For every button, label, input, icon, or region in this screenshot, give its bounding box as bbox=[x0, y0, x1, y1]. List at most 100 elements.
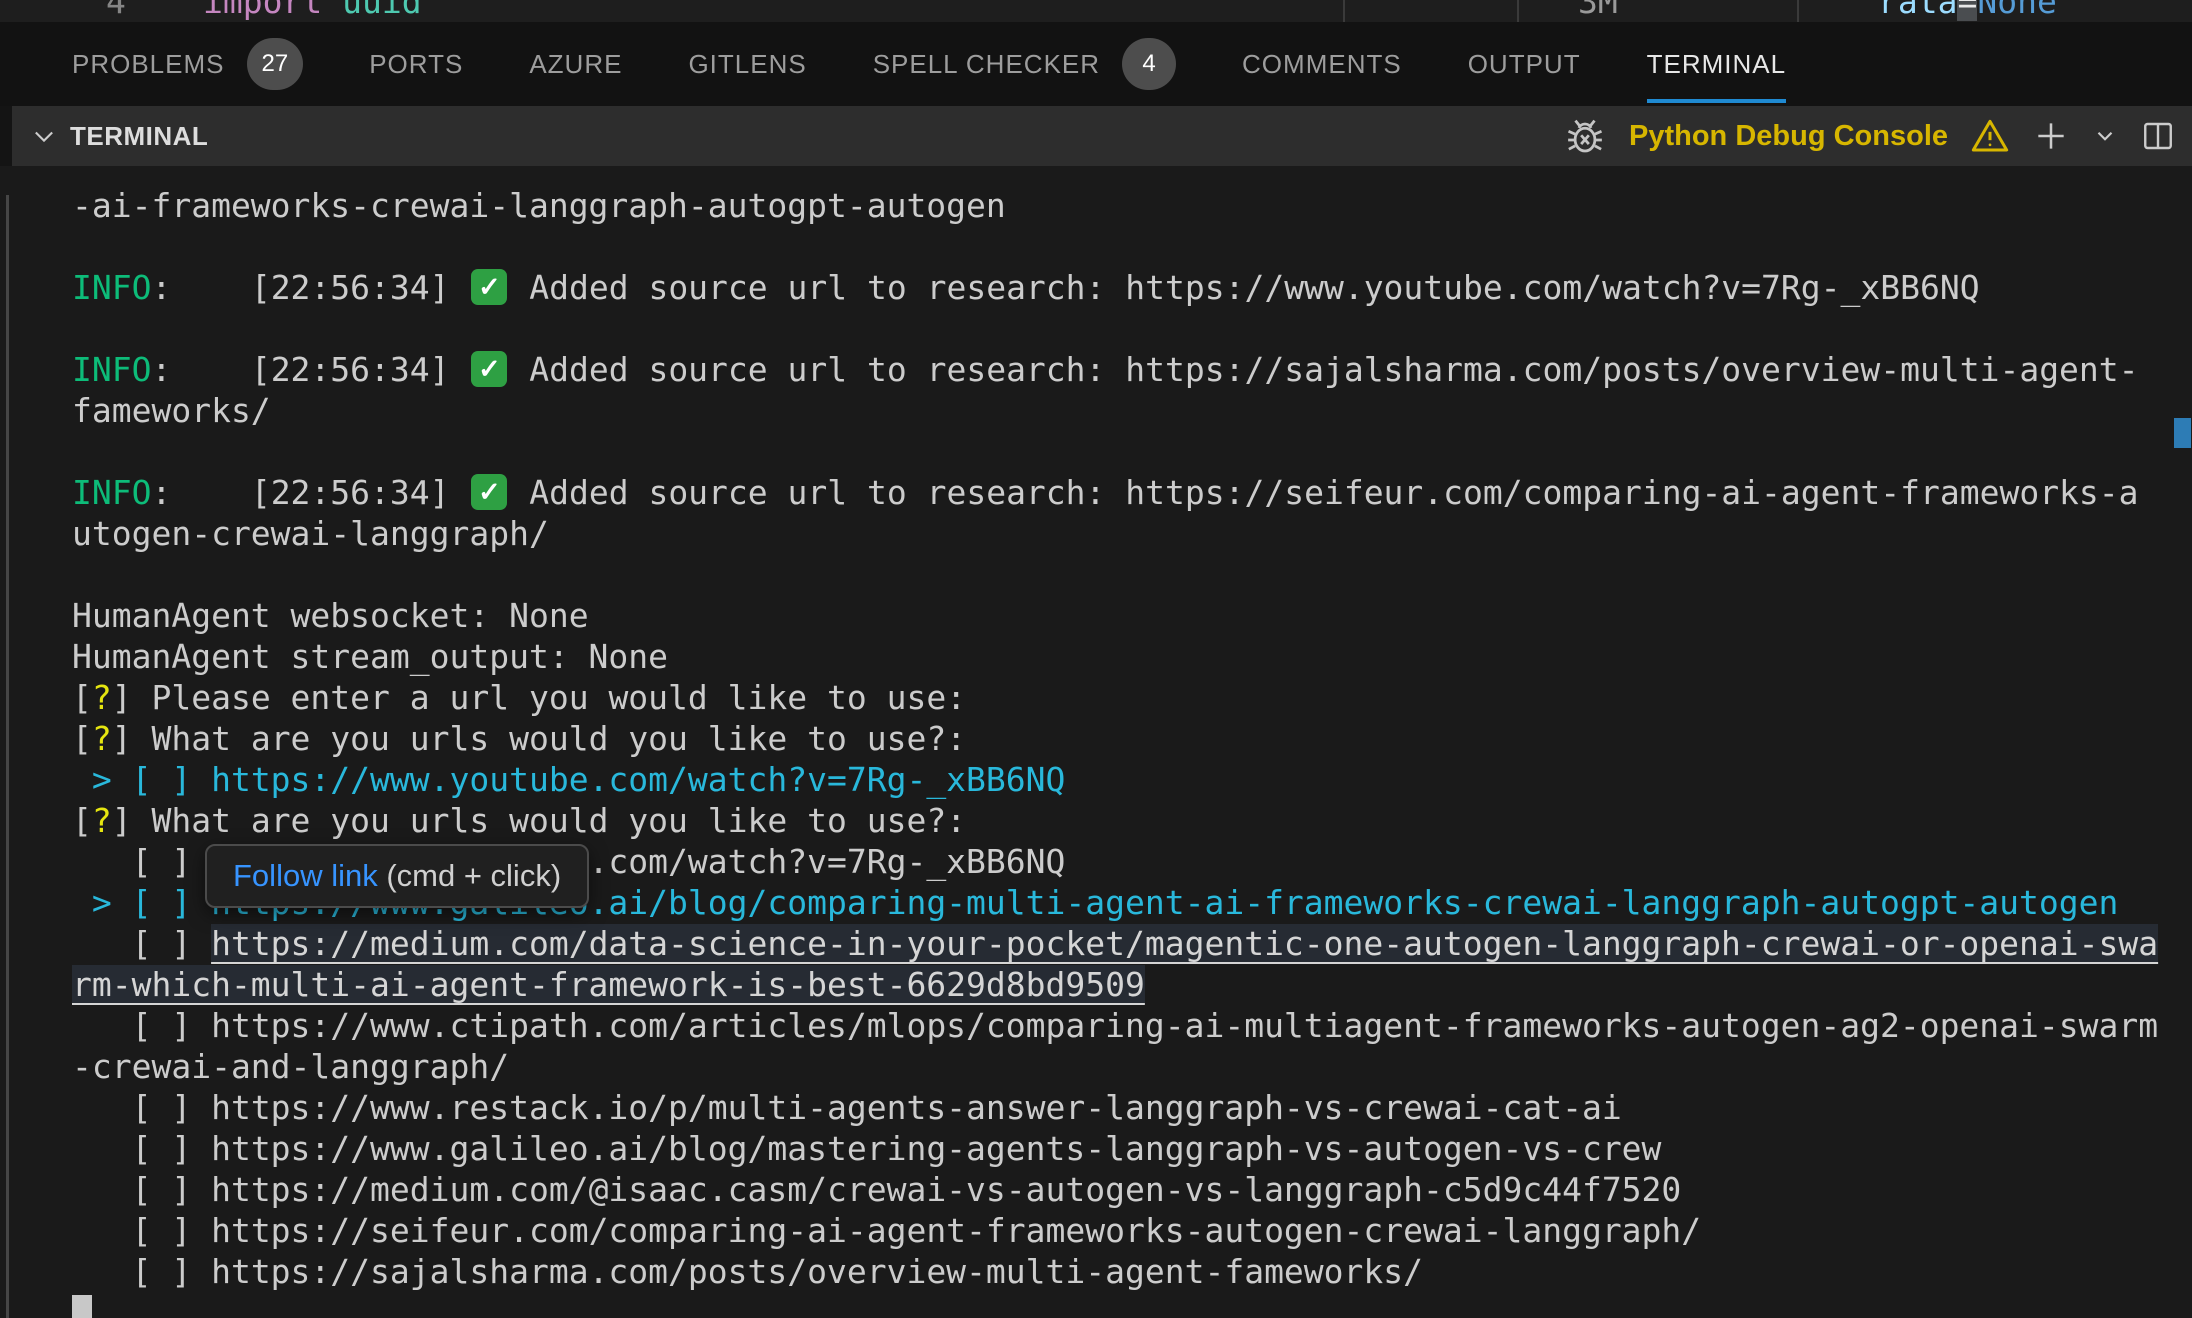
code-value: None bbox=[1977, 0, 2056, 21]
terminal-link[interactable]: https://www.ctipath.com/articles/mlops/c… bbox=[211, 1006, 2158, 1045]
code-keyword: import bbox=[203, 0, 322, 21]
terminal-line: [?] What are you urls would you like to … bbox=[72, 800, 2192, 841]
terminal-text: Added source url to research: bbox=[509, 473, 1125, 512]
code-identifier: uuid bbox=[342, 0, 421, 21]
check-mark-emoji: ✓ bbox=[471, 351, 507, 387]
terminal-link[interactable]: https://sajalsharma.com/posts/overview-m… bbox=[211, 1252, 1423, 1291]
terminal-text: ? bbox=[92, 801, 112, 840]
terminal-left-edge-line bbox=[6, 195, 9, 1318]
terminal-panel-title: TERMINAL bbox=[70, 121, 208, 152]
terminal-line: rm-which-multi-ai-agent-framework-is-bes… bbox=[72, 964, 2192, 1005]
editor-remnant: 4 import uuid 3M rata=None bbox=[0, 0, 2192, 22]
terminal-text: [ bbox=[72, 678, 92, 717]
editor-split-divider bbox=[1797, 0, 1799, 22]
terminal-link[interactable]: https://seifeur.com/comparing-ai-agent-f… bbox=[1125, 473, 2138, 512]
code-operator: = bbox=[1957, 0, 1977, 21]
panel-tab-gitlens[interactable]: GITLENS bbox=[688, 22, 806, 106]
panel-tab-ports[interactable]: PORTS bbox=[369, 22, 463, 106]
terminal-line bbox=[72, 554, 2192, 595]
panel-tab-label: AZURE bbox=[529, 49, 622, 80]
terminal-line: [?] Please enter a url you would like to… bbox=[72, 677, 2192, 718]
terminal-text: : [22:56:34] bbox=[151, 268, 469, 307]
terminal-text: INFO bbox=[72, 473, 151, 512]
panel-tab-terminal[interactable]: TERMINAL bbox=[1647, 22, 1786, 106]
terminal-link[interactable]: https://www.youtube.com/watch?v=7Rg-_xBB… bbox=[1125, 268, 1979, 307]
terminal-line bbox=[72, 226, 2192, 267]
terminal-line bbox=[72, 308, 2192, 349]
terminal-link[interactable]: https://www.restack.io/p/multi-agents-an… bbox=[211, 1088, 1622, 1127]
terminal-cursor bbox=[72, 1295, 92, 1318]
active-terminal-name[interactable]: Python Debug Console bbox=[1629, 120, 1948, 153]
debug-bug-icon bbox=[1563, 114, 1607, 158]
terminal-text: INFO bbox=[72, 268, 151, 307]
terminal-line: [ ] https://www.galileo.ai/blog/masterin… bbox=[72, 1128, 2192, 1169]
terminal-text: [ ] bbox=[72, 1252, 211, 1291]
panel-tab-label: PROBLEMS bbox=[72, 49, 225, 80]
terminal-line: [ ] https://medium.com/data-science-in-y… bbox=[72, 923, 2192, 964]
terminal-link[interactable]: rm-which-multi-ai-agent-framework-is-bes… bbox=[72, 965, 1145, 1004]
terminal-text: Added source url to research: bbox=[509, 268, 1125, 307]
terminal-panel-header: TERMINAL Python Debug Console bbox=[0, 106, 2192, 166]
chevron-down-icon[interactable] bbox=[30, 122, 58, 150]
terminal-text: > [ ] bbox=[72, 760, 211, 799]
terminal-text: [ ] bbox=[72, 924, 211, 963]
terminal-text: INFO bbox=[72, 350, 151, 389]
panel-tab-comments[interactable]: COMMENTS bbox=[1242, 22, 1402, 106]
terminal-line: -ai-frameworks-crewai-langgraph-autogpt-… bbox=[72, 185, 2192, 226]
terminal-text: [ ] bbox=[72, 842, 211, 881]
code-variable: rata bbox=[1878, 0, 1957, 21]
tooltip-follow-link[interactable]: Follow link bbox=[233, 858, 378, 893]
new-terminal-plus-icon[interactable] bbox=[2032, 117, 2070, 155]
terminal-text: [ bbox=[72, 719, 92, 758]
terminal-link[interactable]: https://sajalsharma.com/posts/overview-m… bbox=[1125, 350, 2138, 389]
terminal-text: HumanAgent stream_output: None bbox=[72, 637, 668, 676]
panel-tab-label: COMMENTS bbox=[1242, 49, 1402, 80]
terminal-link[interactable]: utogen-crewai-langgraph/ bbox=[72, 514, 549, 553]
terminal-text: -ai-frameworks-crewai-langgraph-autogpt-… bbox=[72, 186, 1006, 225]
terminal-link[interactable]: fameworks/ bbox=[72, 391, 271, 430]
terminal-text: ? bbox=[92, 678, 112, 717]
terminal-text: ] Please enter a url you would like to u… bbox=[112, 678, 966, 717]
terminal-text: : [22:56:34] bbox=[151, 473, 469, 512]
panel-tab-label: GITLENS bbox=[688, 49, 806, 80]
terminal-text: > [ ] bbox=[72, 883, 211, 922]
terminal-text: ? bbox=[92, 719, 112, 758]
panel-tab-label: SPELL CHECKER bbox=[873, 49, 1100, 80]
editor-split-divider bbox=[1517, 0, 1519, 22]
terminal-link[interactable]: https://www.galileo.ai/blog/mastering-ag… bbox=[211, 1129, 1661, 1168]
terminal-line: INFO: [22:56:34] ✓ Added source url to r… bbox=[72, 349, 2192, 390]
terminal-link[interactable]: -crewai-and-langgraph/ bbox=[72, 1047, 509, 1086]
scrollbar-marker[interactable] bbox=[2174, 418, 2191, 448]
panel-tab-output[interactable]: OUTPUT bbox=[1468, 22, 1581, 106]
split-terminal-icon[interactable] bbox=[2140, 118, 2176, 154]
terminal-text: [ ] bbox=[72, 1006, 211, 1045]
terminal-text: [ ] bbox=[72, 1088, 211, 1127]
terminal-link[interactable]: https://medium.com/@isaac.casm/crewai-vs… bbox=[211, 1170, 1681, 1209]
panel-tab-azure[interactable]: AZURE bbox=[529, 22, 622, 106]
terminal-link[interactable]: https://www.youtube.com/watch?v=7Rg-_xBB… bbox=[211, 760, 1065, 799]
panel-left-edge bbox=[0, 106, 12, 166]
terminal-link[interactable]: https://seifeur.com/comparing-ai-agent-f… bbox=[211, 1211, 1701, 1250]
terminal-line: > [ ] https://www.youtube.com/watch?v=7R… bbox=[72, 759, 2192, 800]
terminal-line: HumanAgent websocket: None bbox=[72, 595, 2192, 636]
editor-code-fragment-right: rata=None bbox=[1878, 0, 2057, 21]
panel-tab-problems[interactable]: PROBLEMS 27 bbox=[72, 22, 303, 106]
panel-tab-spell-checker[interactable]: SPELL CHECKER 4 bbox=[873, 22, 1176, 106]
tooltip-hint: (cmd + click) bbox=[378, 858, 561, 893]
terminal-text: Added source url to research: bbox=[509, 350, 1125, 389]
terminal-dropdown-chevron-icon[interactable] bbox=[2092, 123, 2118, 149]
terminal-line: INFO: [22:56:34] ✓ Added source url to r… bbox=[72, 267, 2192, 308]
terminal-line: [ ] https://sajalsharma.com/posts/overvi… bbox=[72, 1251, 2192, 1292]
terminal-line: [?] What are you urls would you like to … bbox=[72, 718, 2192, 759]
terminal-text: [ bbox=[72, 801, 92, 840]
terminal-text: ] What are you urls would you like to us… bbox=[112, 719, 966, 758]
editor-split-divider bbox=[1343, 0, 1345, 22]
terminal-text: [ ] bbox=[72, 1129, 211, 1168]
terminal-text: HumanAgent websocket: None bbox=[72, 596, 589, 635]
terminal-line bbox=[72, 1292, 2192, 1318]
editor-right-fragment: 3M bbox=[1578, 0, 1618, 21]
terminal-text: [ ] bbox=[72, 1170, 211, 1209]
vscode-bottom-panel: 4 import uuid 3M rata=None PROBLEMS 27 P… bbox=[0, 0, 2192, 1318]
terminal-text: ] What are you urls would you like to us… bbox=[112, 801, 966, 840]
terminal-link[interactable]: https://medium.com/data-science-in-your-… bbox=[211, 924, 2158, 963]
